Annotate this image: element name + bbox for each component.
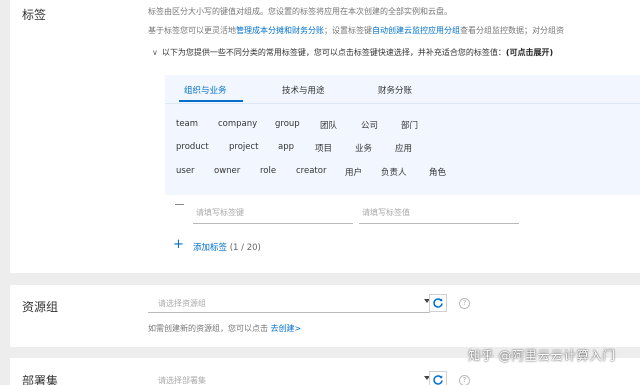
resource-group-card: 资源组 请选择资源组 ? 如需创建新的资源组，您可以点击 去创建> (10, 285, 640, 347)
tag-key-chip[interactable]: team (176, 119, 198, 129)
tag-key-chip[interactable]: 部门 (401, 119, 418, 131)
tag-count: (1 / 20) (229, 243, 261, 253)
active-tab-indicator (179, 100, 243, 102)
tag-key-chip[interactable]: app (278, 142, 294, 152)
deployment-set-label: 部署集 (22, 374, 59, 385)
tab-technology[interactable]: 技术与用途 (282, 84, 325, 96)
tags-description: 标签由区分大小写的键值对组成。您设置的标签将应用在本次创建的全部实例和云盘。 (148, 7, 452, 16)
tags-card: 标签 标签由区分大小写的键值对组成。您设置的标签将应用在本次创建的全部实例和云盘… (10, 0, 640, 273)
tag-key-chip[interactable]: creator (296, 166, 326, 176)
resource-group-note: 如需创建新的资源组，您可以点击 去创建> (148, 324, 302, 333)
deployment-set-select[interactable]: 请选择部署集 (148, 370, 430, 385)
tag-key-chip[interactable]: 角色 (429, 166, 446, 178)
help-icon[interactable]: ? (459, 375, 470, 385)
watermark: 知乎 @阿里云云计算入门 (468, 348, 616, 363)
cloudmonitor-group-link[interactable]: 自动创建云监控应用分组 (372, 26, 460, 35)
chevron-down-icon: ∨ (152, 48, 158, 57)
refresh-button[interactable] (429, 294, 447, 312)
tag-key-chip[interactable]: user (176, 166, 195, 176)
refresh-icon (433, 298, 443, 308)
tag-key-chip[interactable]: group (275, 119, 300, 129)
refresh-icon (433, 375, 443, 385)
tag-suggestions-toggle[interactable]: ∨ 以下为您提供一些不同分类的常用标签键，您可以点击标签键快速选择，并补充适合您的… (152, 47, 553, 58)
tab-organization[interactable]: 组织与业务 (184, 84, 227, 96)
tag-key-chip[interactable]: 业务 (355, 142, 372, 154)
resource-group-select[interactable]: 请选择资源组 (148, 293, 430, 313)
tag-key-chip[interactable]: 用户 (345, 166, 362, 178)
tag-key-input[interactable]: 请填写标签键 (193, 200, 353, 224)
tag-key-chip[interactable]: 应用 (395, 142, 412, 154)
tag-suggestions-panel: 组织与业务 技术与用途 财务分账 team company group 团队 公… (165, 75, 640, 195)
minus-icon[interactable] (175, 204, 184, 205)
add-tag-button[interactable]: 添加标签 (1 / 20) (193, 241, 261, 253)
tag-value-input[interactable]: 请填写标签值 (359, 200, 519, 224)
tag-key-chip[interactable]: role (260, 166, 276, 176)
create-resource-group-link[interactable]: 去创建> (271, 324, 302, 333)
tag-key-chip[interactable]: 公司 (361, 119, 378, 131)
refresh-button[interactable] (429, 371, 447, 385)
tag-key-chip[interactable]: 项目 (315, 142, 332, 154)
plus-icon[interactable]: + (173, 238, 184, 251)
tab-finance[interactable]: 财务分账 (378, 84, 412, 96)
tag-key-chip[interactable]: owner (214, 166, 240, 176)
tag-key-chip[interactable]: project (229, 142, 259, 152)
tag-key-chip[interactable]: product (176, 142, 209, 152)
tag-key-chip[interactable]: company (218, 119, 257, 129)
help-icon[interactable]: ? (459, 298, 470, 309)
tag-key-chip[interactable]: 团队 (320, 119, 337, 131)
tags-description-2: 基于标签您可以更灵活地管理成本分摊和财务分账；设置标签键自动创建云监控应用分组查… (148, 26, 564, 35)
tabs-divider (165, 103, 640, 104)
resource-group-label: 资源组 (22, 300, 59, 314)
cost-allocation-link[interactable]: 管理成本分摊和财务分账 (236, 26, 324, 35)
tag-key-chip[interactable]: 负责人 (381, 166, 407, 178)
tags-label: 标签 (22, 8, 47, 22)
